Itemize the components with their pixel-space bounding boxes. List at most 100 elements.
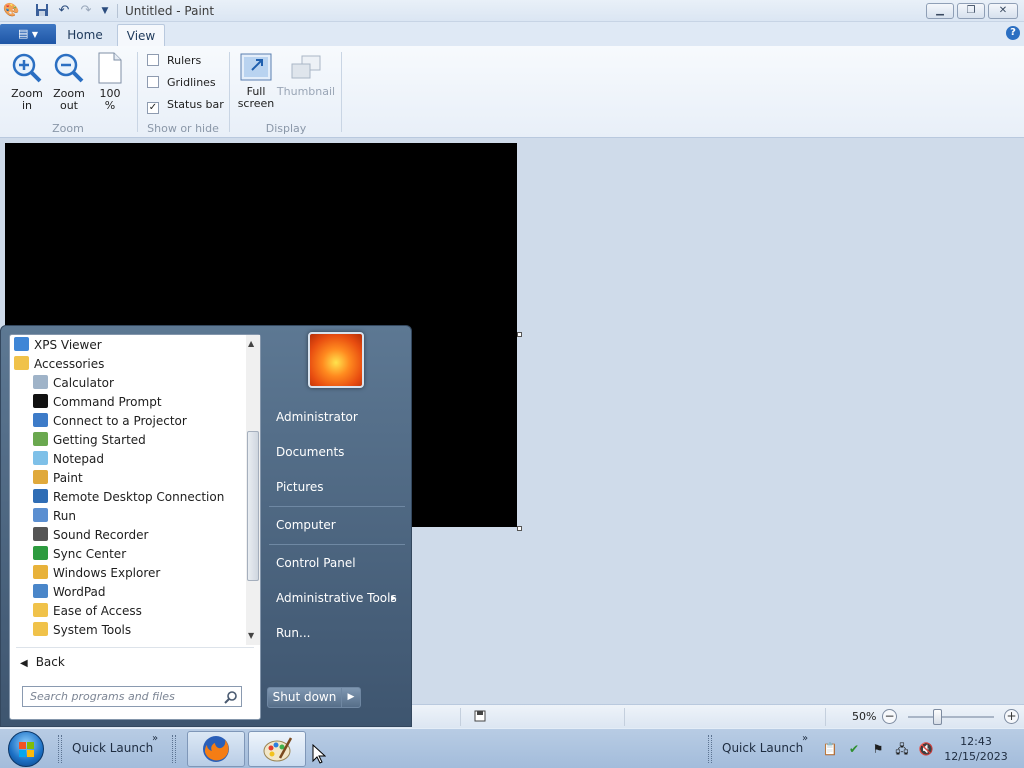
program-item[interactable]: Ease of Access (33, 602, 142, 621)
paint-app-icon[interactable]: 🎨 (3, 3, 19, 19)
start-menu-item[interactable]: Run... (268, 619, 408, 647)
help-icon[interactable]: ? (1006, 26, 1020, 40)
search-input[interactable]: Search programs and files (22, 686, 242, 707)
start-menu-item[interactable]: Administrative Tools ▸ (268, 584, 408, 612)
programs-scrollbar[interactable]: ▲ ▼ (246, 335, 260, 645)
zoom-in-small-button[interactable]: + (1004, 709, 1019, 724)
notepad-icon (33, 451, 48, 465)
program-item[interactable]: System Tools (33, 621, 131, 640)
rulers-checkbox[interactable]: Rulers (147, 54, 201, 70)
gridlines-checkbox[interactable]: Gridlines (147, 76, 216, 92)
taskbar-paint-button[interactable] (248, 731, 306, 767)
status-bar-checkbox[interactable]: ✓ Status bar (147, 98, 224, 114)
tab-view[interactable]: View (117, 24, 165, 46)
minimize-button[interactable]: ▁ (926, 3, 954, 19)
scrollbar-thumb[interactable] (247, 431, 259, 581)
microphone-icon (33, 527, 48, 541)
save-icon[interactable] (34, 3, 50, 19)
clock-time: 12:43 (960, 735, 992, 748)
redo-icon[interactable]: ↷ (78, 3, 94, 19)
start-menu-item[interactable]: Control Panel (268, 549, 408, 577)
start-menu-item-label: Administrative Tools (276, 591, 397, 605)
zoom-slider-track[interactable] (908, 716, 994, 718)
clipboard-tray-icon[interactable]: 📋 (822, 741, 838, 757)
action-center-flag-icon[interactable]: ⚑ (870, 741, 886, 757)
resize-handle-right[interactable] (517, 332, 522, 337)
menu-divider (16, 647, 254, 648)
tab-home[interactable]: Home (60, 24, 110, 46)
toolbar-grip[interactable] (172, 735, 176, 763)
network-tray-icon[interactable]: 🖧 (894, 741, 910, 757)
toolbar-grip[interactable] (708, 735, 712, 763)
zoom-out-button[interactable]: Zoom out (48, 52, 90, 112)
program-item[interactable]: Connect to a Projector (33, 412, 187, 431)
quick-launch-chevron-icon[interactable]: » (802, 733, 808, 744)
taskbar-clock[interactable]: 12:43 12/15/2023 (940, 734, 1012, 764)
undo-icon[interactable]: ↶ (56, 3, 72, 19)
zoom-slider-thumb[interactable] (932, 709, 942, 725)
program-item[interactable]: Run (33, 507, 76, 526)
program-item[interactable]: Calculator (33, 374, 114, 393)
program-item[interactable]: Remote Desktop Connection (33, 488, 224, 507)
start-menu-item[interactable]: Documents (268, 438, 408, 466)
minimize-icon: ▁ (936, 5, 944, 16)
status-separator (624, 708, 625, 726)
quick-launch-label[interactable]: Quick Launch (722, 741, 803, 755)
window-title: Untitled - Paint (125, 4, 215, 18)
program-label: System Tools (53, 623, 132, 637)
taskbar: Quick Launch » Quick Launch » 📋 ✔ ⚑ 🖧 🔇 … (0, 728, 1024, 768)
start-menu-item[interactable]: Computer (268, 511, 408, 539)
user-avatar[interactable] (308, 332, 364, 388)
toolbar-grip[interactable] (58, 735, 62, 763)
quick-launch-chevron-icon[interactable]: » (152, 733, 158, 744)
volume-muted-icon[interactable]: 🔇 (918, 741, 934, 757)
program-label: Sound Recorder (53, 528, 149, 542)
page-icon (98, 52, 122, 84)
paint-icon (263, 737, 293, 762)
group-label-display: Display (265, 122, 307, 135)
program-item[interactable]: Accessories (14, 355, 104, 374)
resize-handle-corner[interactable] (517, 526, 522, 531)
group-separator (137, 52, 138, 132)
restore-button[interactable]: ❐ (957, 3, 985, 19)
search-icon[interactable] (224, 690, 238, 704)
full-screen-label: Full screen (237, 85, 275, 110)
taskbar-firefox-button[interactable] (187, 731, 245, 767)
program-item[interactable]: WordPad (33, 583, 106, 602)
program-label: Connect to a Projector (53, 414, 187, 428)
shut-down-options-button[interactable]: ▶ (341, 687, 361, 708)
zoom-out-label: Zoom out (53, 87, 85, 112)
shut-down-button[interactable]: Shut down (267, 687, 342, 708)
program-label: WordPad (53, 585, 106, 599)
zoom-100-button[interactable]: 100 % (92, 52, 128, 112)
back-button[interactable]: ◀ Back (20, 653, 65, 671)
group-separator (229, 52, 230, 132)
start-menu-item[interactable]: Pictures (268, 473, 408, 501)
program-item[interactable]: Getting Started (33, 431, 146, 450)
program-item[interactable]: Sync Center (33, 545, 126, 564)
start-button[interactable] (8, 731, 44, 767)
scroll-down-icon[interactable]: ▼ (248, 631, 254, 640)
full-screen-button[interactable]: Full screen (234, 52, 278, 110)
program-item[interactable]: Command Prompt (33, 393, 162, 412)
program-item[interactable]: Sound Recorder (33, 526, 148, 545)
close-button[interactable]: ✕ (988, 3, 1018, 19)
zoom-100-label: 100 % (99, 87, 121, 112)
program-item[interactable]: XPS Viewer (14, 336, 102, 355)
folder-icon (33, 603, 48, 617)
thumbnail-button[interactable]: Thumbnail (276, 52, 336, 98)
customize-qat-icon[interactable]: ▼ (97, 3, 113, 19)
zoom-in-button[interactable]: Zoom in (6, 52, 48, 112)
quick-launch-label[interactable]: Quick Launch (72, 741, 153, 755)
start-menu-item[interactable]: Administrator (268, 403, 408, 431)
zoom-out-small-button[interactable]: − (882, 709, 897, 724)
wordpad-icon (33, 584, 48, 598)
program-item[interactable]: Windows Explorer (33, 564, 160, 583)
program-item[interactable]: Notepad (33, 450, 104, 469)
security-tray-icon[interactable]: ✔ (846, 741, 862, 757)
ribbon: Zoom in Zoom out 100 % Zoom Rulers Gridl… (0, 46, 1024, 138)
program-item[interactable]: Paint (33, 469, 83, 488)
paint-menu-button[interactable]: ▤ ▼ (0, 24, 56, 44)
scroll-up-icon[interactable]: ▲ (248, 339, 254, 348)
qat-divider (117, 4, 118, 18)
